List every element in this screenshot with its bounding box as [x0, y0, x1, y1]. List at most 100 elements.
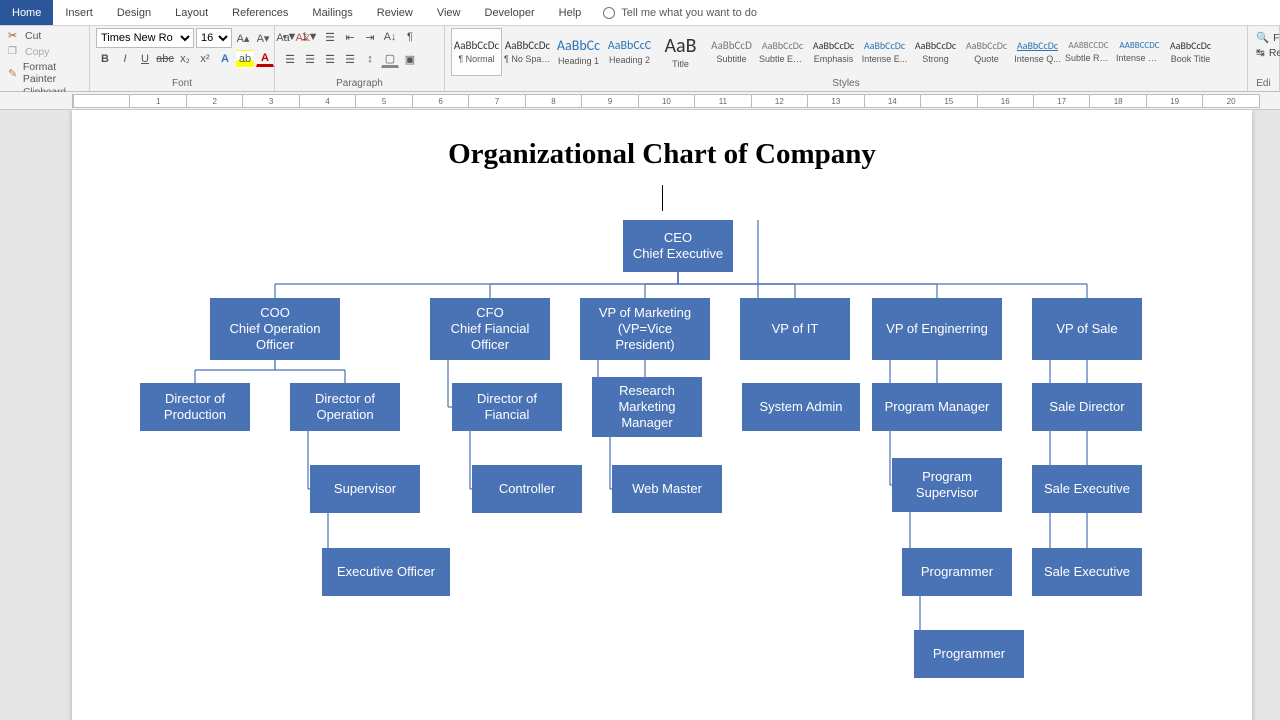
- find-button[interactable]: 🔍Fi: [1254, 30, 1280, 45]
- style-emphasis[interactable]: AaBbCcDcEmphasis: [808, 28, 859, 76]
- tab-design[interactable]: Design: [105, 0, 163, 25]
- tell-me-search[interactable]: Tell me what you want to do: [593, 0, 757, 25]
- node-pm[interactable]: Program Manager: [872, 383, 1002, 431]
- tell-me-text: Tell me what you want to do: [621, 7, 757, 19]
- show-marks-button[interactable]: ¶: [401, 28, 419, 46]
- justify-button[interactable]: ☰: [341, 50, 359, 68]
- style-heading-1[interactable]: AaBbCcHeading 1: [553, 28, 604, 76]
- node-cfo[interactable]: CFOChief FiancialOfficer: [430, 298, 550, 360]
- replace-button[interactable]: ↹Re: [1254, 46, 1280, 60]
- tab-review[interactable]: Review: [365, 0, 425, 25]
- multilevel-button[interactable]: ☰: [321, 28, 339, 46]
- tab-view[interactable]: View: [425, 0, 473, 25]
- copy-button[interactable]: Copy: [6, 44, 83, 59]
- group-paragraph: •▼ 1▼ ☰ ⇤ ⇥ A↓ ¶ ☰ ☰ ☰ ☰ ↕ ▢ ▣: [275, 26, 445, 91]
- document-area[interactable]: Organizational Chart of Company CEOChief…: [0, 110, 1280, 720]
- borders-button[interactable]: ▣: [401, 50, 419, 68]
- node-ctrl[interactable]: Controller: [472, 465, 582, 513]
- line-spacing-button[interactable]: ↕: [361, 50, 379, 68]
- paragraph-label: Paragraph: [281, 77, 438, 91]
- group-styles: AaBbCcDc¶ NormalAaBbCcDc¶ No Spac...AaBb…: [445, 26, 1248, 91]
- node-web[interactable]: Web Master: [612, 465, 722, 513]
- node-sup[interactable]: Supervisor: [310, 465, 420, 513]
- horizontal-ruler[interactable]: 1234567891011121314151617181920: [72, 94, 1260, 108]
- style--no-spac-[interactable]: AaBbCcDc¶ No Spac...: [502, 28, 553, 76]
- node-sdir[interactable]: Sale Director: [1032, 383, 1142, 431]
- font-name-select[interactable]: Times New Ro: [96, 28, 194, 48]
- node-vpit[interactable]: VP of IT: [740, 298, 850, 360]
- node-vpm[interactable]: VP of Marketing(VP=VicePresident): [580, 298, 710, 360]
- align-center-button[interactable]: ☰: [301, 50, 319, 68]
- tab-help[interactable]: Help: [547, 0, 594, 25]
- ruler-area: 1234567891011121314151617181920: [0, 92, 1280, 110]
- node-dop[interactable]: Director ofOperation: [290, 383, 400, 431]
- tab-references[interactable]: References: [220, 0, 300, 25]
- org-chart[interactable]: CEOChief Executive COOChief OperationOffi…: [72, 220, 1252, 720]
- node-exoff[interactable]: Executive Officer: [322, 548, 450, 596]
- subscript-button[interactable]: x₂: [176, 50, 194, 68]
- align-right-button[interactable]: ☰: [321, 50, 339, 68]
- indent-button[interactable]: ⇥: [361, 28, 379, 46]
- group-font: Times New Ro 16 A▴ A▾ Aa A⧖ B I U abc x₂…: [90, 26, 275, 91]
- brush-icon: [8, 67, 19, 80]
- italic-button[interactable]: I: [116, 50, 134, 68]
- lightbulb-icon: [603, 7, 615, 19]
- page: Organizational Chart of Company CEOChief…: [72, 110, 1252, 720]
- ribbon: Cut Copy Format Painter Clipboard Times …: [0, 26, 1280, 92]
- node-dprod[interactable]: Director ofProduction: [140, 383, 250, 431]
- cut-button[interactable]: Cut: [6, 28, 83, 43]
- sort-button[interactable]: A↓: [381, 28, 399, 46]
- styles-gallery[interactable]: AaBbCcDc¶ NormalAaBbCcDc¶ No Spac...AaBb…: [451, 28, 1216, 76]
- node-vpe[interactable]: VP of Enginerring: [872, 298, 1002, 360]
- style-book-title[interactable]: AaBbCcDcBook Title: [1165, 28, 1216, 76]
- style-title[interactable]: AaBTitle: [655, 28, 706, 76]
- node-ceo[interactable]: CEOChief Executive: [623, 220, 733, 272]
- tab-mailings[interactable]: Mailings: [300, 0, 364, 25]
- style-strong[interactable]: AaBbCcDcStrong: [910, 28, 961, 76]
- node-vps[interactable]: VP of Sale: [1032, 298, 1142, 360]
- bold-button[interactable]: B: [96, 50, 114, 68]
- text-effects-button[interactable]: A: [216, 50, 234, 68]
- underline-button[interactable]: U: [136, 50, 154, 68]
- tab-developer[interactable]: Developer: [473, 0, 547, 25]
- group-clipboard: Cut Copy Format Painter Clipboard: [0, 26, 90, 91]
- style-intense-e-[interactable]: AaBbCcDcIntense E...: [859, 28, 910, 76]
- outdent-button[interactable]: ⇤: [341, 28, 359, 46]
- node-dfin[interactable]: Director ofFiancial: [452, 383, 562, 431]
- style--normal[interactable]: AaBbCcDc¶ Normal: [451, 28, 502, 76]
- node-sexec2[interactable]: Sale Executive: [1032, 548, 1142, 596]
- tab-home[interactable]: Home: [0, 0, 53, 25]
- font-color-button[interactable]: A: [256, 52, 274, 67]
- node-prog2[interactable]: Programmer: [914, 630, 1024, 678]
- shrink-font-button[interactable]: A▾: [254, 29, 272, 47]
- font-label: Font: [96, 77, 268, 91]
- align-left-button[interactable]: ☰: [281, 50, 299, 68]
- numbering-button[interactable]: 1▼: [301, 28, 319, 46]
- font-size-select[interactable]: 16: [196, 28, 232, 48]
- node-coo[interactable]: COOChief OperationOfficer: [210, 298, 340, 360]
- node-sysadm[interactable]: System Admin: [742, 383, 860, 431]
- node-psup[interactable]: ProgramSupervisor: [892, 458, 1002, 512]
- node-rmm[interactable]: ResearchMarketingManager: [592, 377, 702, 437]
- superscript-button[interactable]: x²: [196, 50, 214, 68]
- cut-icon: [8, 29, 21, 42]
- bullets-button[interactable]: •▼: [281, 28, 299, 46]
- highlight-button[interactable]: ab: [236, 50, 254, 68]
- style-heading-2[interactable]: AaBbCcCHeading 2: [604, 28, 655, 76]
- strike-button[interactable]: abc: [156, 50, 174, 68]
- style-subtitle[interactable]: AaBbCcDSubtitle: [706, 28, 757, 76]
- text-cursor: [662, 185, 663, 211]
- tab-layout[interactable]: Layout: [163, 0, 220, 25]
- style-intense-q-[interactable]: AaBbCcDcIntense Q...: [1012, 28, 1063, 76]
- node-sexec1[interactable]: Sale Executive: [1032, 465, 1142, 513]
- style-quote[interactable]: AaBbCcDcQuote: [961, 28, 1012, 76]
- node-prog1[interactable]: Programmer: [902, 548, 1012, 596]
- format-painter-button[interactable]: Format Painter: [6, 60, 83, 86]
- tab-insert[interactable]: Insert: [53, 0, 105, 25]
- style-subtle-ref-[interactable]: AABBCCDCSubtle Ref...: [1063, 28, 1114, 76]
- style-subtle-em-[interactable]: AaBbCcDcSubtle Em...: [757, 28, 808, 76]
- editing-label: Edi: [1254, 77, 1273, 91]
- grow-font-button[interactable]: A▴: [234, 29, 252, 47]
- shading-button[interactable]: ▢: [381, 50, 399, 68]
- style-intense-re-[interactable]: AABBCCDCIntense Re...: [1114, 28, 1165, 76]
